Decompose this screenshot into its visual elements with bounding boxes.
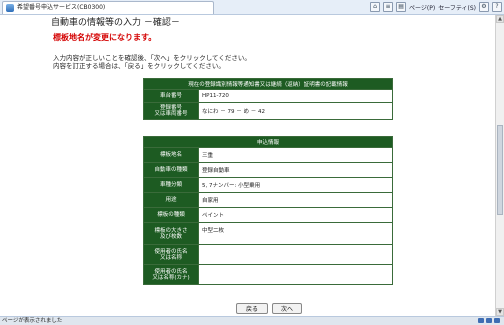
table-row: 使用者の氏名 又は名称 [143, 244, 393, 265]
row-label: 用途 [143, 192, 199, 208]
back-button[interactable]: 戻る [236, 303, 268, 314]
zone-icon [478, 318, 484, 323]
protected-mode-icon [486, 318, 492, 323]
registration-number-value: なにわ － 79 － め － 42 [198, 102, 393, 120]
browser-tab-bar: 希望番号申込サービス(CB0300) ⌂ ≡ ▤ ページ(P) セーフティ(S)… [0, 0, 504, 15]
zoom-icon[interactable] [494, 318, 500, 323]
table-row: 車台番号 HP11-720 [143, 89, 393, 103]
row-label: 使用者の氏名 又は名称(カナ) [143, 264, 199, 285]
page-favicon-icon [6, 4, 14, 12]
row-label: 自動車の種類 [143, 162, 199, 178]
chassis-number-value: HP11-720 [198, 89, 393, 103]
certificate-table-caption: 現在の登録識別情報等通知書又は継続（返納）証明書の記載情報 [143, 78, 393, 90]
row-label: 使用者の氏名 又は名称 [143, 244, 199, 265]
row-value: 三重 [198, 147, 393, 163]
table-row: 自動車の種類 登録自動車 [143, 162, 393, 178]
row-value: 中型二枚 [198, 222, 393, 245]
home-icon[interactable]: ⌂ [370, 2, 381, 12]
scroll-up-icon[interactable]: ▲ [496, 15, 504, 23]
certificate-info-table: 現在の登録識別情報等通知書又は継続（返納）証明書の記載情報 車台番号 HP11-… [143, 78, 393, 120]
page-menu[interactable]: ページ(P) [409, 3, 435, 12]
row-label: 標板の大きさ 及び枚数 [143, 222, 199, 245]
row-label: 車種分類 [143, 177, 199, 193]
table-row: 車種分類 5, 7ナンバー: 小型乗用 [143, 177, 393, 193]
scrollbar-thumb[interactable] [497, 125, 503, 215]
next-button[interactable]: 次へ [272, 303, 302, 314]
safety-menu[interactable]: セーフティ(S) [438, 3, 476, 12]
row-label: 車台番号 [143, 89, 199, 103]
table-row: 標板の大きさ 及び枚数 中型二枚 [143, 222, 393, 245]
feeds-icon[interactable]: ≡ [383, 2, 394, 12]
row-value: 登録自動車 [198, 162, 393, 178]
instruction-line-2: 内容を訂正する場合は、「戻る」をクリックしてください。 [53, 62, 225, 70]
application-info-table: 申込情報 標板地名 三重 自動車の種類 登録自動車 車種分類 5, 7ナンバー:… [143, 136, 393, 285]
scroll-down-icon[interactable]: ▼ [496, 308, 504, 316]
page-content: 自動車の情報等の入力 －確認－ 標板地名が変更になります。 入力内容が正しいこと… [0, 15, 495, 316]
error-message: 標板地名が変更になります。 [53, 33, 157, 42]
vertical-scrollbar[interactable]: ▲ ▼ [495, 15, 504, 316]
row-value: ペイント [198, 207, 393, 223]
row-label: 標板地名 [143, 147, 199, 163]
browser-toolbar: ⌂ ≡ ▤ ページ(P) セーフティ(S) ⚙ ? [370, 1, 502, 13]
browser-tab[interactable]: 希望番号申込サービス(CB0300) [2, 1, 214, 14]
table-row: 標板の種類 ペイント [143, 207, 393, 223]
row-label: 登録番号 又は車両番号 [143, 102, 199, 120]
help-icon[interactable]: ? [492, 2, 502, 12]
table-row: 標板地名 三重 [143, 147, 393, 163]
page-title: 自動車の情報等の入力 －確認－ [51, 18, 180, 28]
row-value [198, 244, 393, 265]
row-value: 自家用 [198, 192, 393, 208]
instructions: 入力内容が正しいことを確認後、「次へ」をクリックしてください。 内容を訂正する場… [53, 54, 251, 70]
application-table-caption: 申込情報 [143, 136, 393, 148]
row-value [198, 264, 393, 285]
table-row: 使用者の氏名 又は名称(カナ) [143, 264, 393, 285]
table-row: 用途 自家用 [143, 192, 393, 208]
row-label: 標板の種類 [143, 207, 199, 223]
print-icon[interactable]: ▤ [396, 2, 407, 12]
status-icons [478, 318, 500, 323]
table-row: 登録番号 又は車両番号 なにわ － 79 － め － 42 [143, 102, 393, 120]
row-value: 5, 7ナンバー: 小型乗用 [198, 177, 393, 193]
tools-icon[interactable]: ⚙ [479, 2, 489, 12]
tab-title: 希望番号申込サービス(CB0300) [17, 4, 106, 11]
instruction-line-1: 入力内容が正しいことを確認後、「次へ」をクリックしてください。 [53, 54, 251, 62]
